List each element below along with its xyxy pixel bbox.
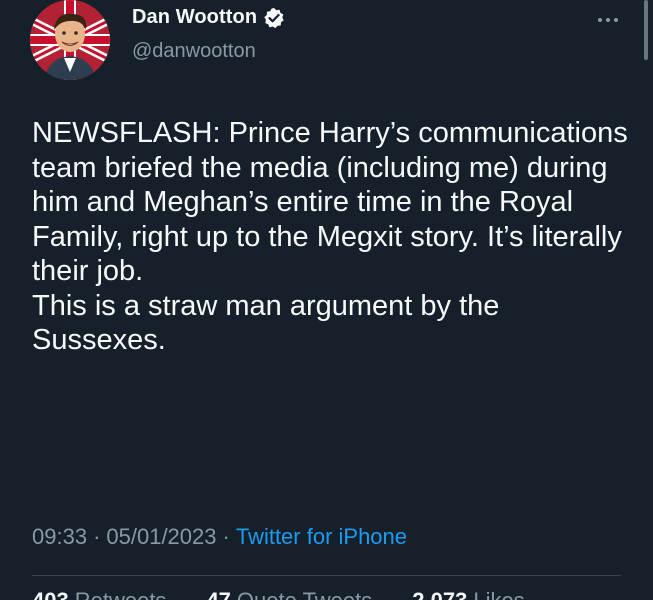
tweet-source-link[interactable]: Twitter for iPhone — [236, 524, 407, 550]
avatar[interactable] — [30, 0, 110, 80]
stat-likes[interactable]: 2,073 Likes — [412, 588, 524, 600]
tweet-time[interactable]: 09:33 — [32, 524, 87, 550]
meta-separator: · — [222, 524, 230, 549]
verified-badge-icon — [263, 7, 285, 29]
more-options-button[interactable] — [592, 8, 624, 32]
meta-separator: · — [93, 524, 101, 549]
engagement-stats: 403 Retweets 47 Quote Tweets 2,073 Likes — [32, 588, 525, 600]
scrollbar[interactable] — [644, 0, 648, 60]
display-name[interactable]: Dan Wootton — [132, 6, 257, 29]
stat-label: Likes — [473, 588, 524, 600]
stat-count: 47 — [206, 588, 230, 600]
tweet-date[interactable]: 05/01/2023 — [106, 524, 216, 550]
user-handle[interactable]: @danwootton — [132, 40, 256, 63]
profile-photo-icon — [30, 0, 110, 80]
stat-retweets[interactable]: 403 Retweets — [32, 588, 166, 600]
divider — [32, 575, 621, 576]
stat-count: 2,073 — [412, 588, 467, 600]
tweet-card: Dan Wootton @danwootton NEWSFLASH: Princ… — [0, 0, 653, 600]
tweet-meta: 09:33 · 05/01/2023 · Twitter for iPhone — [32, 524, 407, 550]
author-name-row[interactable]: Dan Wootton — [132, 6, 285, 29]
stat-label: Retweets — [75, 588, 167, 600]
more-horizontal-icon — [598, 18, 618, 22]
stat-label: Quote Tweets — [237, 588, 372, 600]
stat-quote-tweets[interactable]: 47 Quote Tweets — [206, 588, 372, 600]
stat-count: 403 — [32, 588, 69, 600]
tweet-text: NEWSFLASH: Prince Harry’s communications… — [32, 117, 628, 356]
